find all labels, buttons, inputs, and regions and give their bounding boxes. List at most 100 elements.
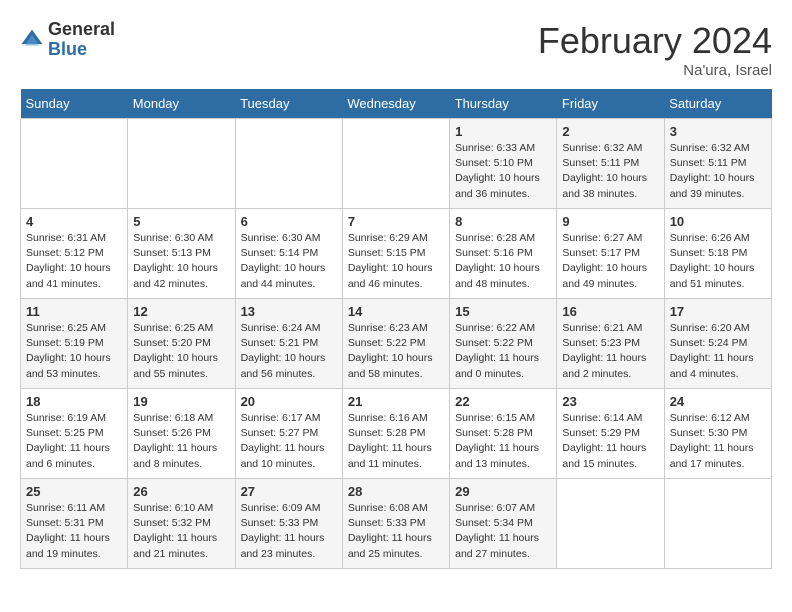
day-number: 22 bbox=[455, 394, 551, 409]
day-number: 19 bbox=[133, 394, 229, 409]
day-number: 18 bbox=[26, 394, 122, 409]
calendar-table: SundayMondayTuesdayWednesdayThursdayFrid… bbox=[20, 89, 772, 569]
day-detail: Sunrise: 6:14 AMSunset: 5:29 PMDaylight:… bbox=[562, 411, 658, 472]
day-number: 17 bbox=[670, 304, 766, 319]
calendar-cell bbox=[235, 119, 342, 209]
calendar-cell: 22 Sunrise: 6:15 AMSunset: 5:28 PMDayligh… bbox=[450, 389, 557, 479]
calendar-cell: 21Sunrise: 6:16 AMSunset: 5:28 PMDayligh… bbox=[342, 389, 449, 479]
calendar-body: 1 Sunrise: 6:33 AMSunset: 5:10 PMDaylight… bbox=[21, 119, 772, 569]
day-detail: Sunrise: 6:24 AMSunset: 5:21 PMDaylight:… bbox=[241, 321, 337, 382]
day-detail: Sunrise: 6:31 AMSunset: 5:12 PMDaylight:… bbox=[26, 231, 122, 292]
day-detail: Sunrise: 6:08 AMSunset: 5:33 PMDaylight:… bbox=[348, 501, 444, 562]
day-detail: Sunrise: 6:27 AMSunset: 5:17 PMDaylight:… bbox=[562, 231, 658, 292]
day-number: 3 bbox=[670, 124, 766, 139]
day-number: 14 bbox=[348, 304, 444, 319]
weekday-header-sunday: Sunday bbox=[21, 89, 128, 119]
title-area: February 2024 Na'ura, Israel bbox=[538, 20, 772, 79]
day-detail: Sunrise: 6:28 AMSunset: 5:16 PMDaylight:… bbox=[455, 231, 551, 292]
day-number: 15 bbox=[455, 304, 551, 319]
calendar-cell: 10Sunrise: 6:26 AMSunset: 5:18 PMDayligh… bbox=[664, 209, 771, 299]
calendar-cell: 11 Sunrise: 6:25 AMSunset: 5:19 PMDayligh… bbox=[21, 299, 128, 389]
day-detail: Sunrise: 6:09 AMSunset: 5:33 PMDaylight:… bbox=[241, 501, 337, 562]
calendar-cell: 2Sunrise: 6:32 AMSunset: 5:11 PMDaylight… bbox=[557, 119, 664, 209]
day-number: 21 bbox=[348, 394, 444, 409]
calendar-cell: 8 Sunrise: 6:28 AMSunset: 5:16 PMDaylight… bbox=[450, 209, 557, 299]
calendar-cell: 14 Sunrise: 6:23 AMSunset: 5:22 PMDayligh… bbox=[342, 299, 449, 389]
calendar-cell: 27 Sunrise: 6:09 AMSunset: 5:33 PMDayligh… bbox=[235, 479, 342, 569]
logo-general: General bbox=[48, 20, 115, 40]
day-detail: Sunrise: 6:12 AMSunset: 5:30 PMDaylight:… bbox=[670, 411, 766, 472]
day-detail: Sunrise: 6:10 AMSunset: 5:32 PMDaylight:… bbox=[133, 501, 229, 562]
day-number: 10 bbox=[670, 214, 766, 229]
page-header: General Blue February 2024 Na'ura, Israe… bbox=[20, 20, 772, 79]
calendar-cell bbox=[342, 119, 449, 209]
weekday-header-friday: Friday bbox=[557, 89, 664, 119]
day-number: 1 bbox=[455, 124, 551, 139]
calendar-cell: 16Sunrise: 6:21 AMSunset: 5:23 PMDayligh… bbox=[557, 299, 664, 389]
day-number: 2 bbox=[562, 124, 658, 139]
day-number: 26 bbox=[133, 484, 229, 499]
logo-icon bbox=[20, 28, 44, 52]
day-detail: Sunrise: 6:07 AMSunset: 5:34 PMDaylight:… bbox=[455, 501, 551, 562]
month-title: February 2024 bbox=[538, 20, 772, 62]
weekday-header-saturday: Saturday bbox=[664, 89, 771, 119]
day-number: 4 bbox=[26, 214, 122, 229]
day-detail: Sunrise: 6:15 AMSunset: 5:28 PMDaylight:… bbox=[455, 411, 551, 472]
day-detail: Sunrise: 6:20 AMSunset: 5:24 PMDaylight:… bbox=[670, 321, 766, 382]
day-detail: Sunrise: 6:19 AMSunset: 5:25 PMDaylight:… bbox=[26, 411, 122, 472]
day-number: 24 bbox=[670, 394, 766, 409]
day-number: 8 bbox=[455, 214, 551, 229]
calendar-cell: 19 Sunrise: 6:18 AMSunset: 5:26 PMDayligh… bbox=[128, 389, 235, 479]
calendar-cell: 15 Sunrise: 6:22 AMSunset: 5:22 PMDayligh… bbox=[450, 299, 557, 389]
calendar-cell: 1 Sunrise: 6:33 AMSunset: 5:10 PMDaylight… bbox=[450, 119, 557, 209]
day-detail: Sunrise: 6:33 AMSunset: 5:10 PMDaylight:… bbox=[455, 141, 551, 202]
day-detail: Sunrise: 6:30 AMSunset: 5:13 PMDaylight:… bbox=[133, 231, 229, 292]
calendar-week-3: 11 Sunrise: 6:25 AMSunset: 5:19 PMDayligh… bbox=[21, 299, 772, 389]
day-number: 23 bbox=[562, 394, 658, 409]
day-number: 28 bbox=[348, 484, 444, 499]
day-detail: Sunrise: 6:25 AMSunset: 5:20 PMDaylight:… bbox=[133, 321, 229, 382]
calendar-cell bbox=[21, 119, 128, 209]
day-number: 29 bbox=[455, 484, 551, 499]
logo-blue: Blue bbox=[48, 40, 115, 60]
day-number: 13 bbox=[241, 304, 337, 319]
calendar-cell: 6 Sunrise: 6:30 AMSunset: 5:14 PMDaylight… bbox=[235, 209, 342, 299]
calendar-cell: 7Sunrise: 6:29 AMSunset: 5:15 PMDaylight… bbox=[342, 209, 449, 299]
weekday-header-monday: Monday bbox=[128, 89, 235, 119]
calendar-cell: 17 Sunrise: 6:20 AMSunset: 5:24 PMDayligh… bbox=[664, 299, 771, 389]
calendar-week-4: 18 Sunrise: 6:19 AMSunset: 5:25 PMDayligh… bbox=[21, 389, 772, 479]
day-number: 9 bbox=[562, 214, 658, 229]
day-detail: Sunrise: 6:30 AMSunset: 5:14 PMDaylight:… bbox=[241, 231, 337, 292]
day-number: 11 bbox=[26, 304, 122, 319]
day-detail: Sunrise: 6:22 AMSunset: 5:22 PMDaylight:… bbox=[455, 321, 551, 382]
day-detail: Sunrise: 6:25 AMSunset: 5:19 PMDaylight:… bbox=[26, 321, 122, 382]
calendar-cell: 28 Sunrise: 6:08 AMSunset: 5:33 PMDayligh… bbox=[342, 479, 449, 569]
weekday-header-row: SundayMondayTuesdayWednesdayThursdayFrid… bbox=[21, 89, 772, 119]
calendar-cell: 4 Sunrise: 6:31 AMSunset: 5:12 PMDaylight… bbox=[21, 209, 128, 299]
calendar-week-5: 25 Sunrise: 6:11 AMSunset: 5:31 PMDayligh… bbox=[21, 479, 772, 569]
calendar-cell bbox=[557, 479, 664, 569]
calendar-cell: 12Sunrise: 6:25 AMSunset: 5:20 PMDayligh… bbox=[128, 299, 235, 389]
calendar-cell: 18 Sunrise: 6:19 AMSunset: 5:25 PMDayligh… bbox=[21, 389, 128, 479]
day-detail: Sunrise: 6:29 AMSunset: 5:15 PMDaylight:… bbox=[348, 231, 444, 292]
calendar-cell bbox=[128, 119, 235, 209]
day-detail: Sunrise: 6:17 AMSunset: 5:27 PMDaylight:… bbox=[241, 411, 337, 472]
calendar-header: SundayMondayTuesdayWednesdayThursdayFrid… bbox=[21, 89, 772, 119]
calendar-cell: 23 Sunrise: 6:14 AMSunset: 5:29 PMDayligh… bbox=[557, 389, 664, 479]
weekday-header-tuesday: Tuesday bbox=[235, 89, 342, 119]
calendar-week-2: 4 Sunrise: 6:31 AMSunset: 5:12 PMDaylight… bbox=[21, 209, 772, 299]
weekday-header-wednesday: Wednesday bbox=[342, 89, 449, 119]
day-detail: Sunrise: 6:11 AMSunset: 5:31 PMDaylight:… bbox=[26, 501, 122, 562]
day-detail: Sunrise: 6:23 AMSunset: 5:22 PMDaylight:… bbox=[348, 321, 444, 382]
calendar-cell: 25 Sunrise: 6:11 AMSunset: 5:31 PMDayligh… bbox=[21, 479, 128, 569]
day-number: 20 bbox=[241, 394, 337, 409]
calendar-cell: 5Sunrise: 6:30 AMSunset: 5:13 PMDaylight… bbox=[128, 209, 235, 299]
day-number: 16 bbox=[562, 304, 658, 319]
calendar-cell: 3Sunrise: 6:32 AMSunset: 5:11 PMDaylight… bbox=[664, 119, 771, 209]
day-number: 27 bbox=[241, 484, 337, 499]
calendar-cell: 24 Sunrise: 6:12 AMSunset: 5:30 PMDayligh… bbox=[664, 389, 771, 479]
day-number: 25 bbox=[26, 484, 122, 499]
day-number: 6 bbox=[241, 214, 337, 229]
day-detail: Sunrise: 6:18 AMSunset: 5:26 PMDaylight:… bbox=[133, 411, 229, 472]
location: Na'ura, Israel bbox=[538, 62, 772, 79]
